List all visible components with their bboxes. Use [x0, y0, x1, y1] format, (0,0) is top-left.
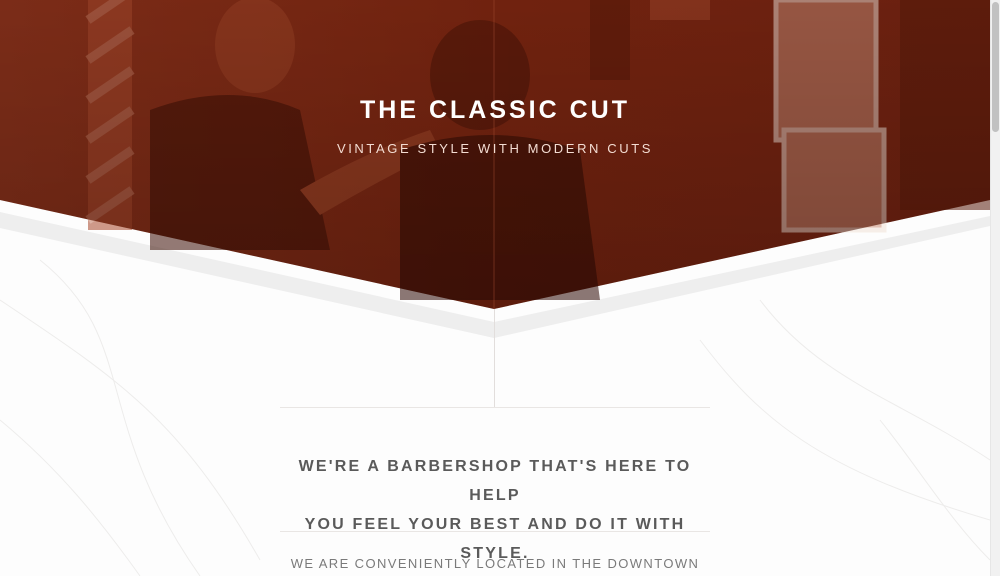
divider-vertical	[494, 309, 495, 407]
location-text: WE ARE CONVENIENTLY LOCATED IN THE DOWNT…	[290, 556, 700, 571]
page: THE CLASSIC CUT VINTAGE STYLE WITH MODER…	[0, 0, 990, 576]
hero-background	[0, 0, 990, 338]
hero-title: THE CLASSIC CUT	[360, 96, 630, 124]
tagline: WE'RE A BARBERSHOP THAT'S HERE TO HELP Y…	[270, 452, 720, 568]
scrollbar-thumb[interactable]	[992, 2, 999, 132]
hero-subtitle: VINTAGE STYLE WITH MODERN CUTS	[336, 141, 654, 156]
hero-banner: THE CLASSIC CUT VINTAGE STYLE WITH MODER…	[0, 0, 990, 340]
scrollbar[interactable]	[990, 0, 1000, 576]
tagline-line-1: WE'RE A BARBERSHOP THAT'S HERE TO HELP	[298, 458, 692, 504]
divider-top	[280, 407, 710, 408]
divider-middle	[280, 531, 710, 532]
